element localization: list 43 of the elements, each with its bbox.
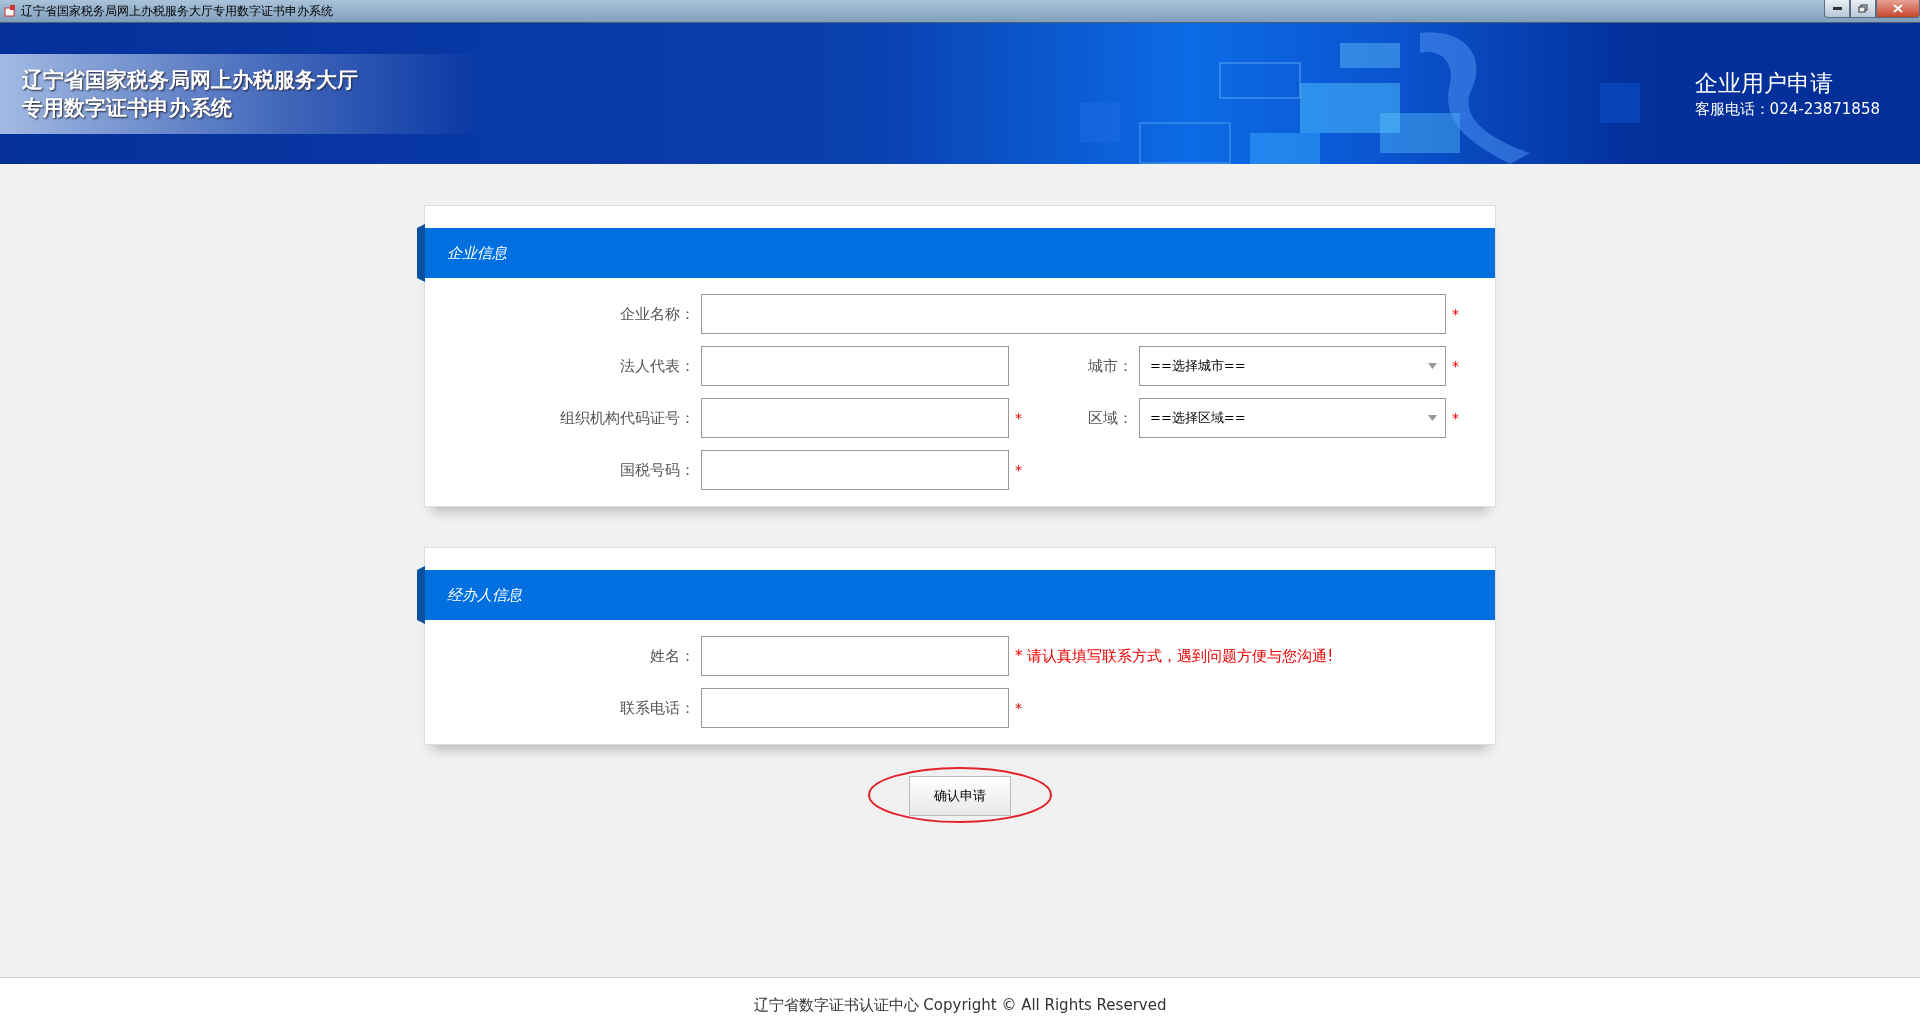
required-mark: * [1014, 410, 1023, 426]
city-select[interactable]: ==选择城市== [1139, 346, 1446, 386]
field-label: 法人代表： [619, 356, 696, 376]
minimize-button[interactable] [1824, 0, 1850, 18]
text-field[interactable] [701, 450, 1009, 490]
field-label: 区域： [1087, 408, 1134, 428]
system-title: 辽宁省国家税务局网上办税服务大厅 [22, 66, 359, 94]
required-mark: * [1014, 700, 1023, 716]
app-icon [4, 5, 16, 17]
submit-button[interactable]: 确认申请 [909, 776, 1011, 816]
required-mark: * [1451, 306, 1460, 322]
caret-icon [1428, 415, 1437, 421]
required-mark: * [1014, 462, 1023, 478]
field-label: 城市： [1087, 356, 1134, 376]
caret-icon [1428, 363, 1437, 369]
ribbon-fold-icon [417, 224, 425, 282]
city-select[interactable]: ==选择区域== [1139, 398, 1446, 438]
hotline-text: 客服电话：024-23871858 [1694, 98, 1880, 120]
text-field[interactable] [701, 636, 1009, 676]
section-title: 经办人信息 [447, 585, 522, 605]
system-title: 专用数字证书申办系统 [22, 94, 233, 122]
field-label: 企业名称： [619, 304, 696, 324]
field-label: 国税号码： [619, 460, 696, 480]
restore-button[interactable] [1850, 0, 1876, 18]
close-icon [1893, 4, 1903, 13]
required-note: * 请认真填写联系方式，遇到问题方便与您沟通! [1014, 646, 1335, 666]
field-label: 姓名： [649, 646, 696, 666]
required-mark: * [1451, 358, 1460, 374]
ribbon-fold-icon [417, 566, 425, 624]
text-field[interactable] [701, 346, 1009, 386]
text-field[interactable] [701, 398, 1009, 438]
field-label: 组织机构代码证号： [559, 408, 696, 428]
text-field[interactable] [701, 294, 1446, 334]
restore-icon [1858, 4, 1868, 13]
minimize-icon [1832, 7, 1842, 10]
window-title: 辽宁省国家税务局网上办税服务大厅专用数字证书申办系统 [21, 2, 333, 20]
text-field[interactable] [701, 688, 1009, 728]
field-label: 联系电话： [619, 698, 696, 718]
section-title: 企业信息 [447, 243, 507, 263]
close-button[interactable] [1876, 0, 1920, 18]
required-mark: * [1451, 410, 1460, 426]
page-heading: 企业用户申请 [1694, 68, 1834, 98]
copyright-text: 辽宁省数字证书认证中心 Copyright © All Rights Reserved [753, 995, 1167, 1015]
